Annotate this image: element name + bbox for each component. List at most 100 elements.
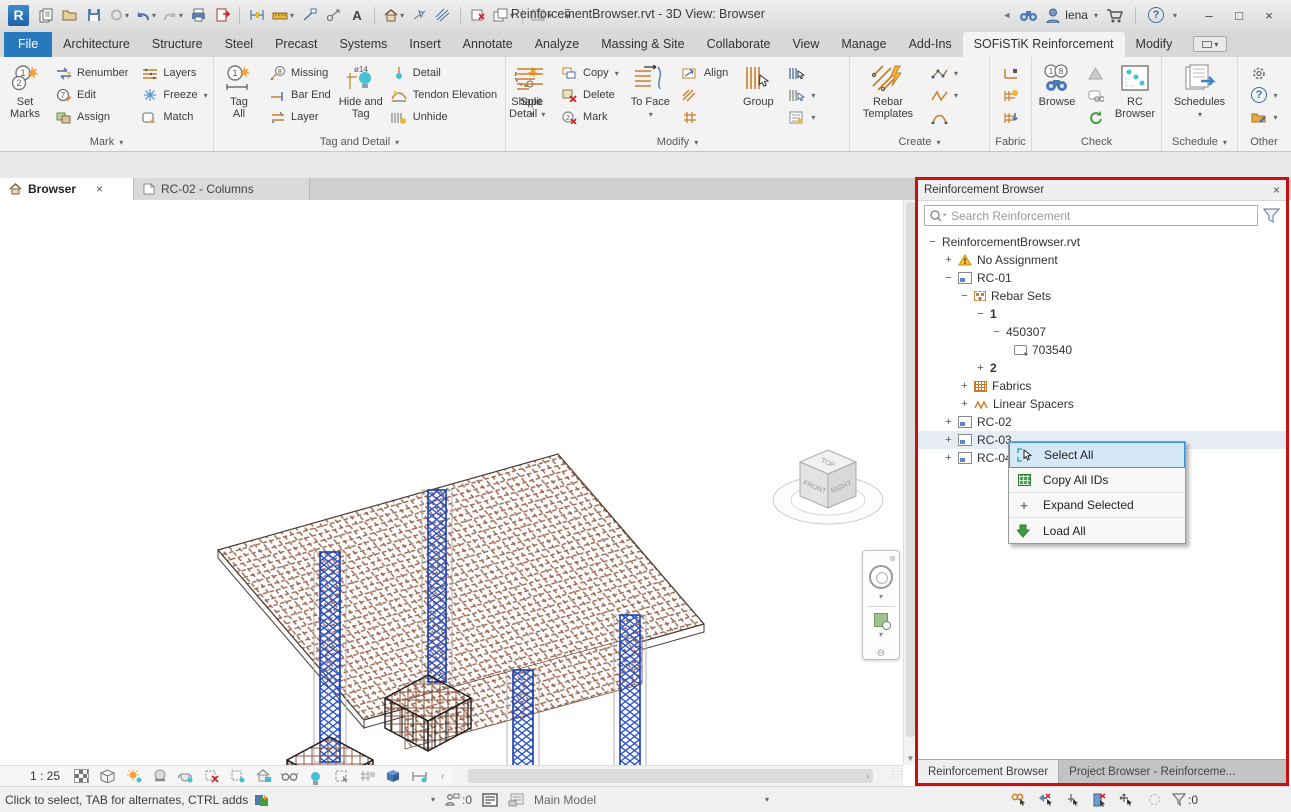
view-scale-button[interactable]: 1 : 25 bbox=[26, 769, 64, 783]
temporary-hide-isolate-button[interactable] bbox=[281, 768, 299, 784]
assign-button[interactable]: Assign bbox=[52, 106, 131, 128]
selection-filter-button[interactable]: :0 bbox=[1172, 792, 1198, 808]
settings-button[interactable] bbox=[1247, 62, 1280, 84]
label-button[interactable] bbox=[322, 3, 344, 27]
horizontal-scrollbar[interactable]: › ⋮⋮ bbox=[452, 765, 906, 786]
panel-title-create[interactable]: Create ▾ bbox=[850, 133, 989, 151]
create-arc-button[interactable] bbox=[928, 106, 961, 128]
create-point-chain-button[interactable]: ▾ bbox=[928, 62, 961, 84]
expand-toggle[interactable]: − bbox=[976, 308, 985, 320]
tab-systems[interactable]: Systems bbox=[328, 32, 398, 57]
help-button[interactable]: ? bbox=[1147, 7, 1164, 23]
tab-annotate[interactable]: Annotate bbox=[452, 32, 524, 57]
hatch-tool-button[interactable] bbox=[679, 84, 731, 106]
expand-toggle[interactable]: − bbox=[928, 236, 937, 248]
close-button[interactable]: × bbox=[1255, 4, 1283, 26]
render-button[interactable] bbox=[177, 768, 194, 784]
close-view-icon[interactable]: × bbox=[96, 182, 103, 196]
expand-toggle[interactable]: + bbox=[944, 434, 953, 446]
vertical-scroll-thumb[interactable] bbox=[906, 202, 915, 737]
copy-button[interactable]: Copy ▾ bbox=[558, 62, 622, 84]
tab-modify[interactable]: Modify bbox=[1125, 32, 1184, 57]
edit-button[interactable]: 7 Edit bbox=[52, 84, 131, 106]
close-inactive-views-button[interactable] bbox=[467, 3, 489, 27]
expand-toggle[interactable]: + bbox=[960, 380, 969, 392]
check-refresh-button[interactable] bbox=[1084, 106, 1107, 128]
filter-funnel-icon[interactable] bbox=[1263, 208, 1280, 223]
revit-logo-icon[interactable]: R bbox=[8, 4, 29, 26]
show-crop-region-button[interactable] bbox=[229, 768, 246, 784]
search-input[interactable] bbox=[924, 205, 1258, 226]
save-button[interactable] bbox=[83, 3, 105, 27]
tree-item-703540[interactable]: 703540 bbox=[918, 341, 1286, 359]
create-polyline-button[interactable]: ▾ bbox=[928, 84, 961, 106]
split-button[interactable]: Split ▾ bbox=[511, 59, 551, 133]
visual-style-button[interactable] bbox=[99, 768, 116, 784]
hide-and-tag-button[interactable]: ø14 Hide and Tag bbox=[339, 59, 383, 133]
tab-steel[interactable]: Steel bbox=[214, 32, 265, 57]
view-tab-browser[interactable]: Browser × bbox=[0, 178, 134, 200]
pinned-select-toggle[interactable] bbox=[1064, 792, 1082, 808]
select-bars-button[interactable] bbox=[785, 62, 818, 84]
sun-path-button[interactable] bbox=[125, 768, 142, 784]
panel-title-schedule[interactable]: Schedule ▾ bbox=[1162, 133, 1237, 151]
synchronize-button[interactable]: ▾ bbox=[107, 3, 131, 27]
drag-elements-toggle[interactable] bbox=[1118, 792, 1136, 808]
fabric-ruler-button[interactable] bbox=[999, 62, 1022, 84]
menu-item-expand-selected[interactable]: + Expand Selected bbox=[1009, 493, 1185, 518]
tree-item-set-1[interactable]: − 1 bbox=[918, 305, 1286, 323]
tree-item-linear-spacers[interactable]: + Linear Spacers bbox=[918, 395, 1286, 413]
sofistik-help-button[interactable]: ? ▾ bbox=[1247, 84, 1280, 106]
tab-add-ins[interactable]: Add-Ins bbox=[898, 32, 963, 57]
aligned-dimension-button[interactable] bbox=[246, 3, 268, 27]
maximize-button[interactable]: □ bbox=[1225, 4, 1253, 26]
delete-button[interactable]: Delete bbox=[558, 84, 622, 106]
resize-grip[interactable]: ⋮⋮ bbox=[889, 770, 906, 782]
expand-toggle[interactable]: + bbox=[960, 398, 969, 410]
expand-toggle[interactable]: − bbox=[944, 272, 953, 284]
scroll-right-arrow[interactable]: › bbox=[860, 766, 875, 786]
tendon-elevation-button[interactable]: Tendon Elevation bbox=[388, 84, 500, 106]
navbar-close-icon[interactable]: ⊗ bbox=[889, 554, 896, 563]
zoom-tool-icon[interactable] bbox=[874, 613, 891, 630]
panel-header[interactable]: Reinforcement Browser × bbox=[918, 180, 1286, 201]
group-button[interactable]: Group bbox=[738, 59, 778, 133]
tab-massing-site[interactable]: Massing & Site bbox=[590, 32, 695, 57]
match-button[interactable]: Match bbox=[138, 106, 210, 128]
unhide-button[interactable]: Unhide bbox=[388, 106, 500, 128]
align-button[interactable]: Align bbox=[679, 62, 731, 84]
thin-lines-button[interactable] bbox=[432, 3, 454, 27]
layers-button[interactable]: Layers bbox=[138, 62, 210, 84]
tools-button[interactable]: ▾ bbox=[1247, 106, 1280, 128]
mark-button[interactable]: 2 Mark bbox=[558, 106, 622, 128]
expand-toggle[interactable]: − bbox=[992, 326, 1001, 338]
schedules-button[interactable]: Schedules ▾ bbox=[1172, 59, 1227, 133]
check-review-button[interactable] bbox=[1084, 84, 1107, 106]
view-cube[interactable]: TOP FRONT RIGHT bbox=[770, 436, 888, 538]
navbar-collapse-icon[interactable]: ⊖ bbox=[877, 648, 885, 659]
tree-item-450307[interactable]: − 450307 bbox=[918, 323, 1286, 341]
dropdown-caret-icon[interactable]: ▾ bbox=[431, 795, 435, 804]
view-tab-rc02-columns[interactable]: RC-02 - Columns bbox=[134, 178, 310, 200]
bottom-tab-project-browser[interactable]: Project Browser - Reinforceme... bbox=[1059, 760, 1246, 783]
panel-title-mark[interactable]: Mark ▾ bbox=[0, 133, 213, 151]
tab-manage[interactable]: Manage bbox=[830, 32, 897, 57]
browse-button[interactable]: 18 Browse bbox=[1037, 59, 1077, 133]
exclude-options-toggle[interactable] bbox=[1091, 792, 1109, 808]
tab-structure[interactable]: Structure bbox=[141, 32, 214, 57]
reveal-constraints-button[interactable] bbox=[411, 768, 428, 784]
navigation-bar[interactable]: ⊗ ▾ ▾ ⊖ bbox=[862, 550, 900, 660]
grid-tool-button[interactable] bbox=[679, 106, 731, 128]
bar-end-button[interactable]: Bar End bbox=[266, 84, 334, 106]
crop-view-button[interactable] bbox=[203, 768, 220, 784]
rebar-templates-button[interactable]: Rebar Templates bbox=[855, 59, 921, 133]
detail-level-button[interactable] bbox=[73, 768, 90, 784]
scrollbar-left-arrow[interactable]: ‹ bbox=[441, 771, 444, 782]
steering-wheel-icon[interactable] bbox=[869, 565, 893, 589]
tree-item-rc-02[interactable]: + RC-02 bbox=[918, 413, 1286, 431]
panel-title-modify[interactable]: Modify ▾ bbox=[506, 133, 849, 151]
bottom-tab-reinforcement-browser[interactable]: Reinforcement Browser bbox=[918, 760, 1060, 783]
collapse-arrow-icon[interactable]: ◄ bbox=[1002, 10, 1011, 20]
tab-precast[interactable]: Precast bbox=[264, 32, 328, 57]
fabric-new-button[interactable] bbox=[999, 84, 1022, 106]
